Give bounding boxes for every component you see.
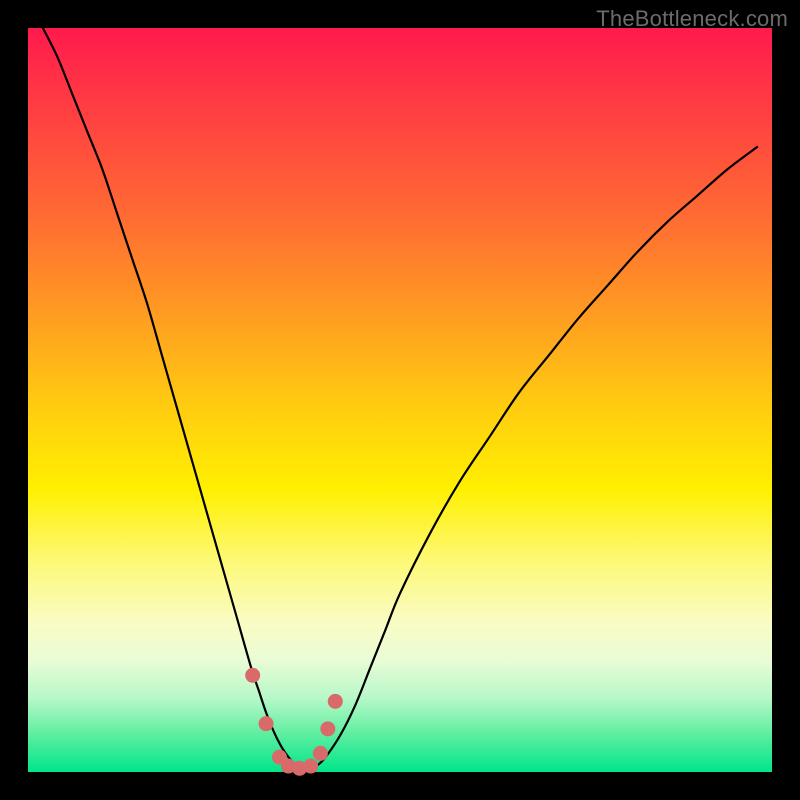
curve-marker [313,746,328,761]
curve-marker [303,759,318,774]
curve-marker [320,721,335,736]
chart-svg [28,28,772,772]
curve-marker [328,694,343,709]
watermark-text: TheBottleneck.com [596,6,788,32]
curve-markers [245,668,343,776]
chart-plot-area [28,28,772,772]
curve-marker [259,716,274,731]
bottleneck-curve [43,28,757,769]
curve-marker [245,668,260,683]
